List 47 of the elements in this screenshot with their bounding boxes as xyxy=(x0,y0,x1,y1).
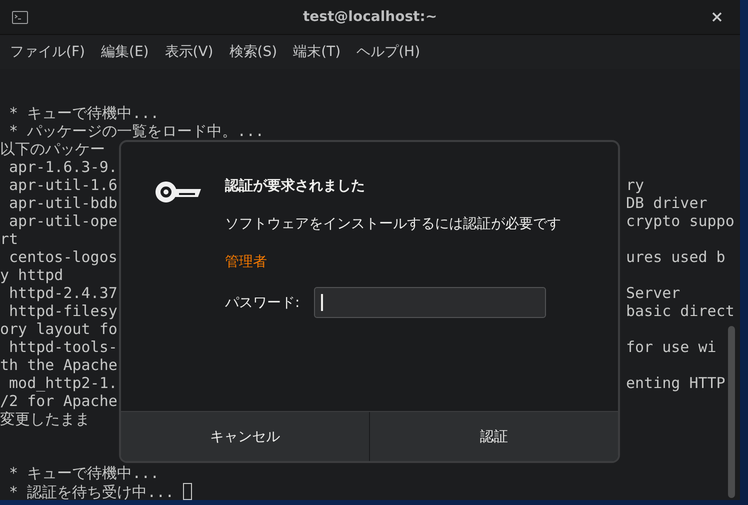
terminal-line: crypto suppo xyxy=(626,213,734,230)
terminal-line: 以下のパッケー xyxy=(0,140,105,158)
dialog-title: 認証が要求されました xyxy=(225,177,366,195)
menu-item[interactable]: 表示(V) xyxy=(164,43,214,61)
menu-item[interactable]: 端末(T) xyxy=(293,43,341,61)
terminal-line: apr-util-ope xyxy=(8,212,118,230)
terminal-line: ures used b xyxy=(626,249,726,266)
terminal-line: DB driver xyxy=(626,195,708,212)
terminal-line: ory layout fo xyxy=(0,320,118,338)
terminal-line: for use wi xyxy=(626,339,716,356)
key-icon xyxy=(155,181,201,203)
terminal-line: centos-logos xyxy=(8,248,118,266)
terminal-line: * 認証を待ち受け中... xyxy=(8,483,174,500)
terminal-cursor xyxy=(183,483,192,500)
terminal-line: httpd-filesy xyxy=(8,302,118,320)
terminal-line: httpd-tools- xyxy=(8,338,118,356)
password-field[interactable] xyxy=(314,287,546,318)
menu-item[interactable]: ヘルプ(H) xyxy=(356,43,420,61)
dialog-message: ソフトウェアをインストールするには認証が必要です xyxy=(225,215,562,234)
dialog-button[interactable]: キャンセル xyxy=(121,412,369,461)
terminal-line: /2 for Apache xyxy=(0,392,118,410)
terminal-line: th the Apache xyxy=(0,356,118,374)
terminal-line: Server xyxy=(626,285,680,302)
terminal-line: * パッケージの一覧をロード中。... xyxy=(8,122,264,140)
menu-item[interactable]: 編集(E) xyxy=(100,43,149,61)
scrollbar[interactable] xyxy=(728,326,735,498)
terminal-line: 変更したまま xyxy=(0,410,90,428)
menu-item[interactable]: 検索(S) xyxy=(229,43,278,61)
terminal-line: httpd-2.4.37 xyxy=(8,284,118,302)
terminal-line: * キューで待機中... xyxy=(8,464,160,482)
terminal-line: y httpd xyxy=(0,266,64,284)
user-name: 管理者 xyxy=(225,253,268,271)
terminal-line: * キューで待機中... xyxy=(8,104,160,122)
terminal-line: rt xyxy=(0,230,18,248)
terminal-line: enting HTTP xyxy=(626,375,726,392)
dialog-button[interactable]: 認証 xyxy=(369,412,618,461)
close-icon[interactable] xyxy=(712,12,722,22)
terminal-line: ry xyxy=(626,177,644,194)
terminal-icon xyxy=(12,10,28,24)
menu-item[interactable]: ファイル(F) xyxy=(10,43,85,61)
terminal-line: mod_http2-1. xyxy=(8,374,118,392)
password-label: パスワード: xyxy=(225,294,300,312)
terminal-line: apr-1.6.3-9. xyxy=(8,158,118,176)
terminal-line: basic direct xyxy=(626,303,734,320)
terminal-line: apr-util-bdb xyxy=(8,194,118,212)
terminal-line: apr-util-1.6 xyxy=(8,176,118,194)
window-title: test@localhost:~ xyxy=(302,9,438,25)
